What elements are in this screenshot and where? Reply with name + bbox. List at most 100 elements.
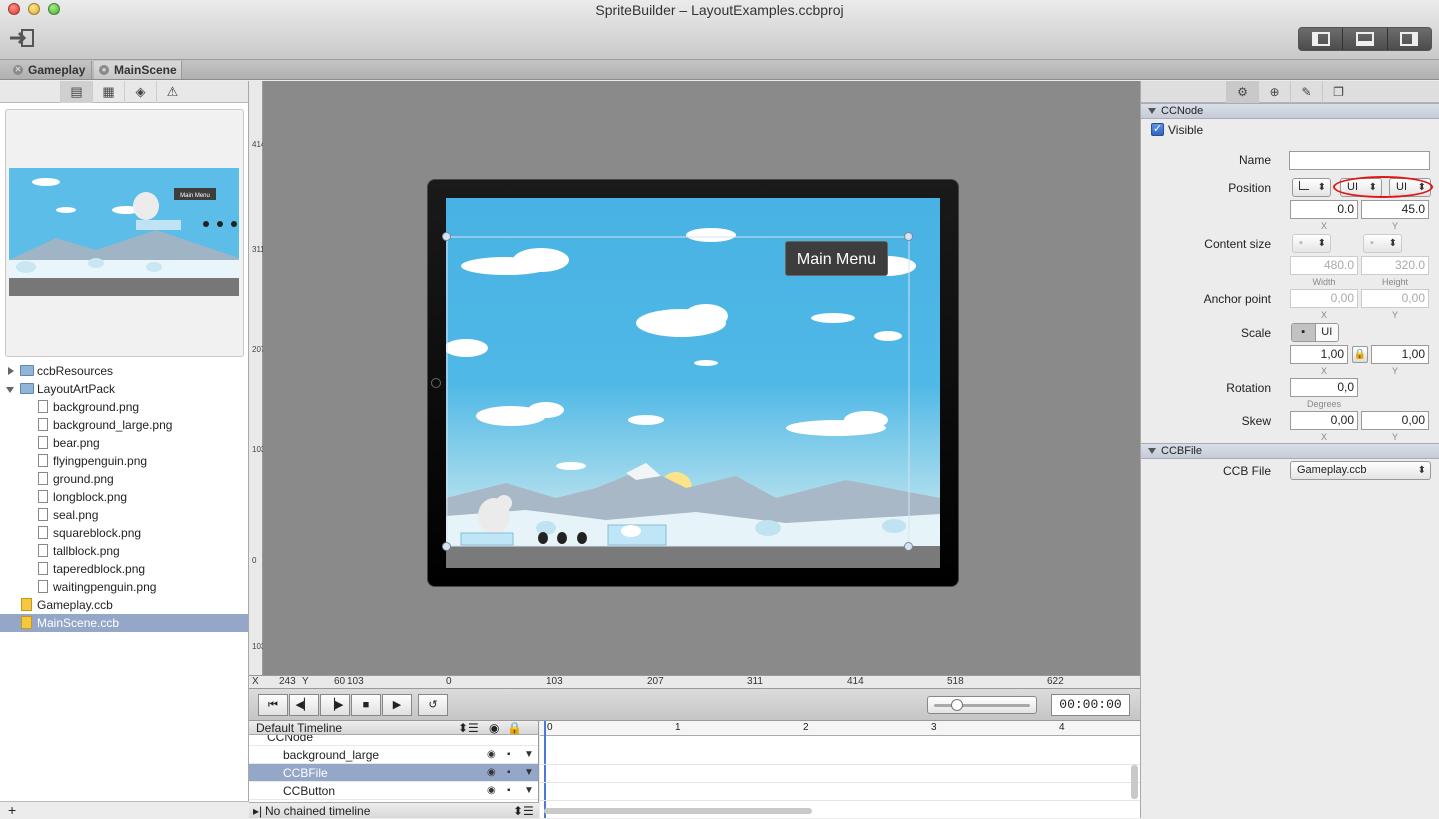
tree-file-row[interactable]: tallblock.png — [0, 542, 248, 560]
horizontal-scrollbar[interactable] — [544, 808, 812, 814]
visible-checkbox[interactable]: ✓ — [1151, 123, 1164, 136]
tab-mainscene[interactable]: ● MainScene — [94, 61, 182, 79]
lock-scale-icon[interactable]: 🔒 — [1352, 346, 1368, 363]
lock-icon[interactable]: 🔒 — [507, 721, 522, 735]
keyframe-menu-icon[interactable]: ▼ — [524, 746, 534, 764]
scale-absolute-segment[interactable]: ▪ — [1292, 324, 1315, 341]
disclosure-open-icon[interactable] — [6, 387, 14, 393]
lock-dot-icon[interactable]: ▪ — [507, 782, 511, 800]
tree-ccb-row[interactable]: Gameplay.ccb — [0, 596, 248, 614]
jump-start-button[interactable]: ⏮ — [258, 694, 288, 716]
timeline-name: Default Timeline — [256, 721, 343, 735]
tree-file-row[interactable]: ground.png — [0, 470, 248, 488]
size-type-icon: ▪ — [1370, 237, 1374, 249]
tree-file-row[interactable]: squareblock.png — [0, 524, 248, 542]
skew-x-field[interactable]: 0,00 — [1290, 411, 1358, 430]
close-tab-icon[interactable]: ✕ — [13, 65, 23, 75]
step-back-button[interactable]: ◀▏ — [289, 694, 319, 716]
tab-gameplay[interactable]: ✕ Gameplay — [8, 61, 92, 79]
eye-icon[interactable]: ◉ — [487, 782, 496, 800]
content-width-type-popup[interactable]: ▪ — [1292, 234, 1331, 253]
content-height-type-popup[interactable]: ▪ — [1363, 234, 1402, 253]
content-height-field[interactable]: 320.0 — [1361, 256, 1429, 275]
item-properties-icon[interactable]: ⚙ — [1226, 81, 1258, 103]
vruler-tick-label: 103 — [252, 642, 266, 651]
component-library-icon[interactable]: ◈ — [124, 81, 156, 103]
disclosure-closed-icon[interactable] — [8, 367, 14, 375]
timeline-row-ccnode[interactable]: CCNode — [249, 735, 538, 746]
content-width-field[interactable]: 480.0 — [1290, 256, 1358, 275]
play-button[interactable]: ▶ — [382, 694, 412, 716]
tab-dot-icon[interactable]: ● — [99, 65, 109, 75]
timeline-row-background-large[interactable]: background_large ◉ ▪ ▼ — [249, 746, 538, 764]
lock-dot-icon[interactable]: ▪ — [507, 764, 511, 782]
keyframe-menu-icon[interactable]: ▼ — [524, 764, 534, 782]
tileless-view-icon[interactable]: ▦ — [92, 81, 124, 103]
tree-file-row[interactable]: background.png — [0, 398, 248, 416]
tree-file-row[interactable]: taperedblock.png — [0, 560, 248, 578]
tree-file-row[interactable]: bear.png — [0, 434, 248, 452]
templates-icon[interactable]: ❐ — [1322, 81, 1354, 103]
anchor-x-field[interactable]: 0,00 — [1290, 289, 1358, 308]
slider-knob[interactable] — [951, 699, 963, 711]
stop-button[interactable]: ■ — [351, 694, 381, 716]
tree-ccb-row-selected[interactable]: MainScene.ccb — [0, 614, 248, 632]
chained-popup-icon[interactable]: ⬍☰ — [513, 803, 534, 819]
physics-icon[interactable]: ✎ — [1290, 81, 1322, 103]
hruler-tick-label: 622 — [1047, 676, 1064, 687]
skew-y-field[interactable]: 0,00 — [1361, 411, 1429, 430]
eye-icon[interactable]: ◉ — [487, 746, 496, 764]
keyframe-menu-icon[interactable]: ▼ — [524, 782, 534, 800]
vertical-scrollbar[interactable] — [1131, 765, 1138, 799]
tree-file-row[interactable]: flyingpenguin.png — [0, 452, 248, 470]
timeline-row-ccbfile[interactable]: CCBFile ◉ ▪ ▼ — [249, 764, 538, 782]
position-y-field[interactable]: 45.0 — [1361, 200, 1429, 219]
tree-file-row[interactable]: background_large.png — [0, 416, 248, 434]
scale-x-field[interactable]: 1,00 — [1290, 345, 1348, 364]
loop-button[interactable]: ↺ — [418, 694, 448, 716]
ccnode-section-header[interactable]: CCNode — [1141, 103, 1439, 119]
main-menu-button[interactable]: Main Menu — [785, 241, 888, 276]
toggle-left-panel-button[interactable] — [1299, 28, 1344, 50]
position-corner-popup[interactable] — [1292, 178, 1331, 197]
toggle-bottom-panel-button[interactable] — [1343, 28, 1388, 50]
timeline-row-ccbutton[interactable]: CCButton ◉ ▪ ▼ — [249, 782, 538, 800]
add-icon[interactable]: + — [8, 802, 16, 818]
degrees-caption: Degrees — [1306, 399, 1342, 409]
png-file-icon — [38, 490, 48, 503]
scale-y-field[interactable]: 1,00 — [1371, 345, 1429, 364]
position-x-field[interactable]: 0.0 — [1290, 200, 1358, 219]
eye-icon[interactable]: ◉ — [487, 764, 496, 782]
rotation-field[interactable]: 0,0 — [1290, 378, 1358, 397]
timeline-ruler-tick: 3 — [931, 722, 937, 733]
ccbfile-section-header[interactable]: CCBFile — [1141, 443, 1439, 459]
selection-handle[interactable] — [442, 542, 451, 551]
tree-file-row[interactable]: longblock.png — [0, 488, 248, 506]
name-field[interactable] — [1289, 151, 1430, 170]
tree-folder-ccbresources[interactable]: ccbResources — [0, 362, 248, 380]
tree-file-row[interactable]: waitingpenguin.png — [0, 578, 248, 596]
code-connections-icon[interactable]: ⊕ — [1258, 81, 1290, 103]
selection-handle[interactable] — [904, 232, 913, 241]
toggle-right-panel-button[interactable] — [1388, 28, 1431, 50]
exit-icon[interactable] — [8, 27, 38, 49]
timeline-zoom-slider[interactable] — [927, 696, 1037, 714]
y-value: 60 — [334, 676, 346, 687]
chained-timeline-selector[interactable]: ▸| No chained timeline ⬍☰ — [249, 802, 539, 818]
section-title: CCBFile — [1161, 445, 1202, 457]
selection-handle[interactable] — [904, 542, 913, 551]
timeline-keyframes[interactable]: 0 1 2 3 4 — [540, 721, 1140, 818]
tree-file-row[interactable]: seal.png — [0, 506, 248, 524]
lock-dot-icon[interactable]: ▪ — [507, 746, 511, 764]
ccb-file-popup[interactable]: Gameplay.ccb — [1290, 461, 1431, 480]
file-view-icon[interactable]: ▤ — [60, 81, 92, 103]
warnings-icon[interactable]: ⚠ — [156, 81, 188, 103]
anchor-y-field[interactable]: 0,00 — [1361, 289, 1429, 308]
timeline-popup-icon[interactable]: ⬍☰ — [458, 721, 479, 735]
tree-folder-layoutartpack[interactable]: LayoutArtPack — [0, 380, 248, 398]
timeline-selector[interactable]: Default Timeline ⬍☰ ◉ 🔒 — [249, 721, 538, 735]
step-forward-button[interactable]: ▕▶ — [320, 694, 350, 716]
scale-ui-segment[interactable]: UI — [1314, 324, 1338, 341]
selection-handle[interactable] — [442, 232, 451, 241]
eye-icon[interactable]: ◉ — [489, 721, 499, 735]
